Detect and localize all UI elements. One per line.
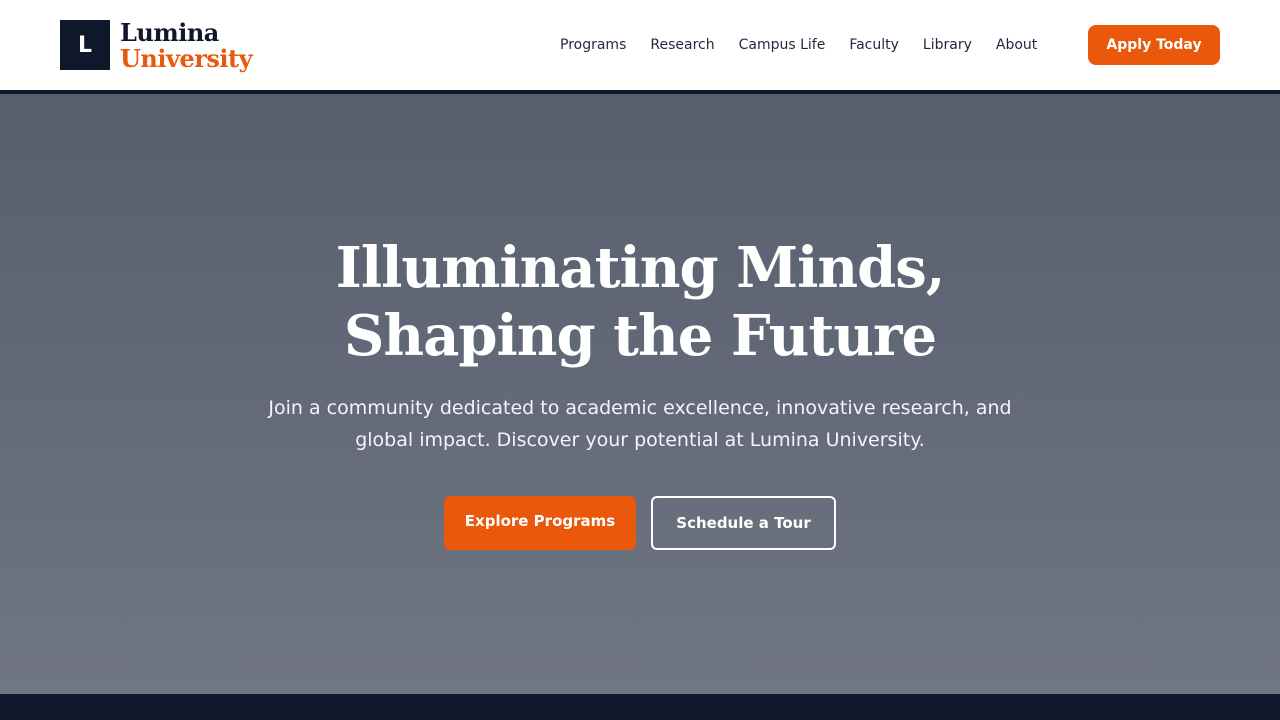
nav-item-campus-life[interactable]: Campus Life (739, 37, 826, 53)
nav-item-research[interactable]: Research (650, 37, 714, 53)
schedule-tour-button[interactable]: Schedule a Tour (651, 496, 836, 550)
explore-programs-button[interactable]: Explore Programs (444, 496, 636, 550)
main-nav: Programs Research Campus Life Faculty Li… (548, 0, 1049, 90)
hero-section: Illuminating Minds, Shaping the Future J… (0, 94, 1280, 694)
nav-item-about[interactable]: About (996, 37, 1037, 53)
nav-item-library[interactable]: Library (923, 37, 972, 53)
site-header: L Lumina University Programs Research Ca… (0, 0, 1280, 90)
nav-item-faculty[interactable]: Faculty (849, 37, 899, 53)
logo[interactable]: L Lumina University (60, 18, 253, 73)
apply-today-button[interactable]: Apply Today (1088, 25, 1220, 65)
hero-subtitle: Join a community dedicated to academic e… (240, 392, 1040, 456)
hero-subtitle-line2: global impact. Discover your potential a… (355, 429, 925, 451)
nav-item-programs[interactable]: Programs (560, 37, 626, 53)
footer-strip (0, 694, 1280, 720)
logo-mark: L (60, 20, 110, 70)
logo-text-university: University (120, 44, 253, 73)
hero-title-line1: Illuminating Minds, (335, 235, 946, 301)
hero-title-line2: Shaping the Future (343, 303, 937, 369)
hero-subtitle-line1: Join a community dedicated to academic e… (268, 397, 1012, 419)
hero-title: Illuminating Minds, Shaping the Future (0, 234, 1280, 370)
logo-text-lumina: Lumina (120, 18, 219, 47)
logo-wordmark: Lumina University (120, 18, 253, 73)
